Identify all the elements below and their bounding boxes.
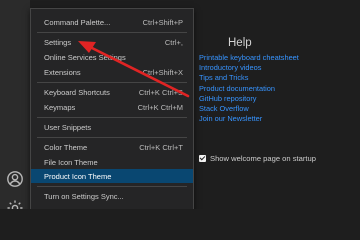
help-heading: Help bbox=[228, 37, 252, 49]
menu-separator bbox=[37, 32, 187, 33]
menu-item-file-icon-theme[interactable]: File Icon Theme bbox=[31, 155, 193, 169]
vscode-window: Help Printable keyboard cheatsheet Intro… bbox=[0, 0, 360, 209]
menu-separator bbox=[37, 82, 187, 83]
help-link-introductory-videos[interactable]: Introductory videos bbox=[199, 63, 299, 73]
menu-item-keymaps[interactable]: Keymaps Ctrl+K Ctrl+M bbox=[31, 100, 193, 114]
menu-separator bbox=[37, 137, 187, 138]
help-link-stack-overflow[interactable]: Stack Overflow bbox=[199, 104, 299, 114]
menu-separator bbox=[37, 117, 187, 118]
help-link-newsletter[interactable]: Join our Newsletter bbox=[199, 114, 299, 124]
menu-item-keyboard-shortcuts[interactable]: Keyboard Shortcuts Ctrl+K Ctrl+S bbox=[31, 85, 193, 99]
startup-label: Show welcome page on startup bbox=[210, 154, 316, 163]
help-link-tips-and-tricks[interactable]: Tips and Tricks bbox=[199, 73, 299, 83]
menu-item-settings[interactable]: Settings Ctrl+, bbox=[31, 35, 193, 49]
menu-item-command-palette[interactable]: Command Palette... Ctrl+Shift+P bbox=[31, 15, 193, 29]
menu-item-color-theme[interactable]: Color Theme Ctrl+K Ctrl+T bbox=[31, 140, 193, 154]
startup-option[interactable]: Show welcome page on startup bbox=[199, 154, 316, 163]
gear-icon[interactable] bbox=[6, 199, 24, 209]
help-links: Printable keyboard cheatsheet Introducto… bbox=[199, 53, 299, 124]
menu-separator bbox=[37, 186, 187, 187]
menu-item-online-services-settings[interactable]: Online Services Settings bbox=[31, 50, 193, 64]
menu-item-settings-sync[interactable]: Turn on Settings Sync... bbox=[31, 189, 193, 203]
help-link-keyboard-cheatsheet[interactable]: Printable keyboard cheatsheet bbox=[199, 53, 299, 63]
account-icon[interactable] bbox=[6, 170, 24, 188]
menu-item-product-icon-theme[interactable]: Product Icon Theme bbox=[31, 169, 193, 183]
help-link-github-repository[interactable]: GitHub repository bbox=[199, 94, 299, 104]
help-link-product-documentation[interactable]: Product documentation bbox=[199, 84, 299, 94]
activity-bar bbox=[0, 0, 30, 209]
manage-context-menu: Command Palette... Ctrl+Shift+P Settings… bbox=[30, 8, 194, 209]
menu-item-user-snippets[interactable]: User Snippets bbox=[31, 120, 193, 134]
menu-item-extensions[interactable]: Extensions Ctrl+Shift+X bbox=[31, 65, 193, 79]
startup-checkbox[interactable] bbox=[199, 155, 206, 162]
